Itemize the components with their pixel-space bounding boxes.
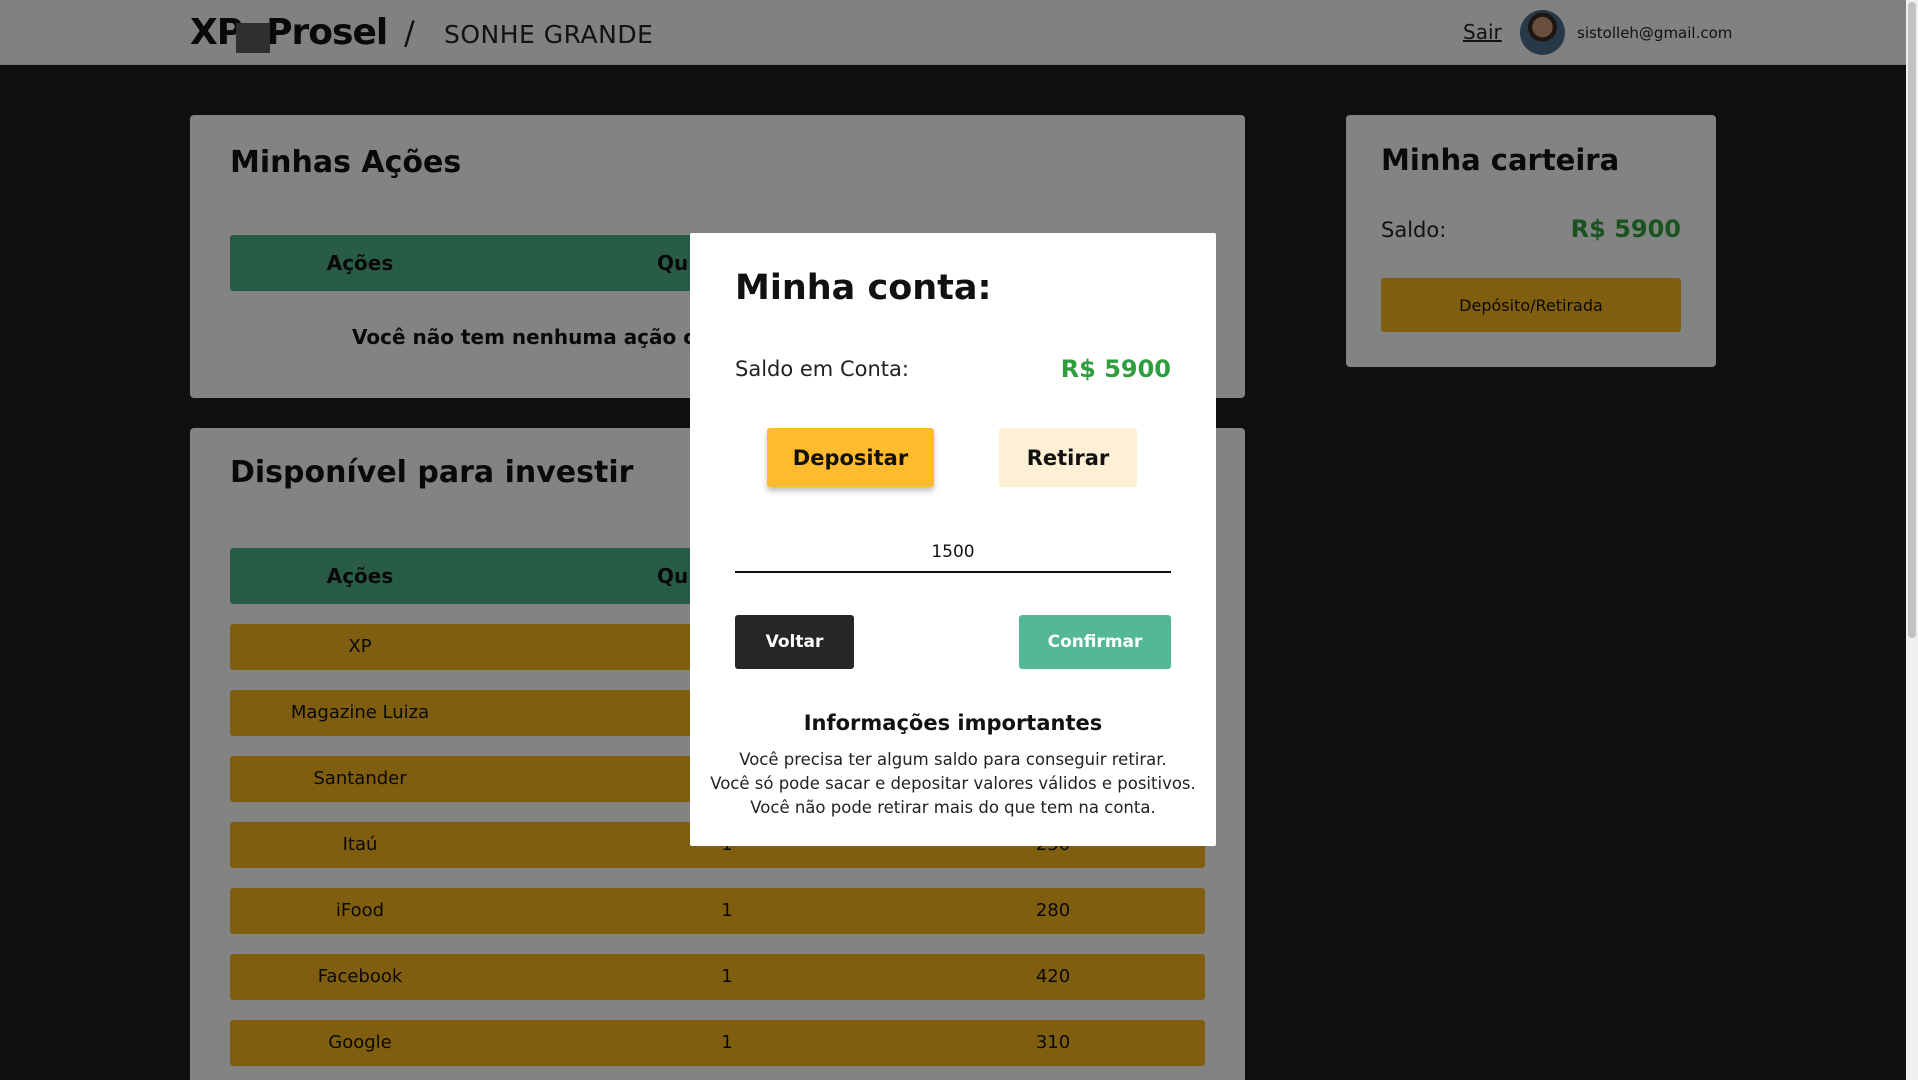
account-modal: Minha conta: Saldo em Conta: R$ 5900 Dep… bbox=[690, 233, 1216, 846]
scrollbar-thumb[interactable] bbox=[1908, 2, 1916, 638]
info-line: Você precisa ter algum saldo para conseg… bbox=[739, 750, 1167, 769]
info-title: Informações importantes bbox=[803, 711, 1103, 735]
modal-title: Minha conta: bbox=[735, 268, 992, 308]
deposit-tab-button[interactable]: Depositar bbox=[767, 428, 934, 487]
info-line: Você só pode sacar e depositar valores v… bbox=[710, 774, 1196, 793]
amount-input[interactable] bbox=[735, 533, 1171, 573]
page-scrollbar[interactable] bbox=[1906, 0, 1918, 1080]
info-line: Você não pode retirar mais do que tem na… bbox=[750, 798, 1156, 817]
modal-balance-label: Saldo em Conta: bbox=[735, 357, 909, 381]
modal-balance-value: R$ 5900 bbox=[1060, 355, 1171, 383]
withdraw-tab-button[interactable]: Retirar bbox=[999, 428, 1137, 487]
confirm-button[interactable]: Confirmar bbox=[1019, 615, 1171, 669]
back-button[interactable]: Voltar bbox=[735, 615, 854, 669]
